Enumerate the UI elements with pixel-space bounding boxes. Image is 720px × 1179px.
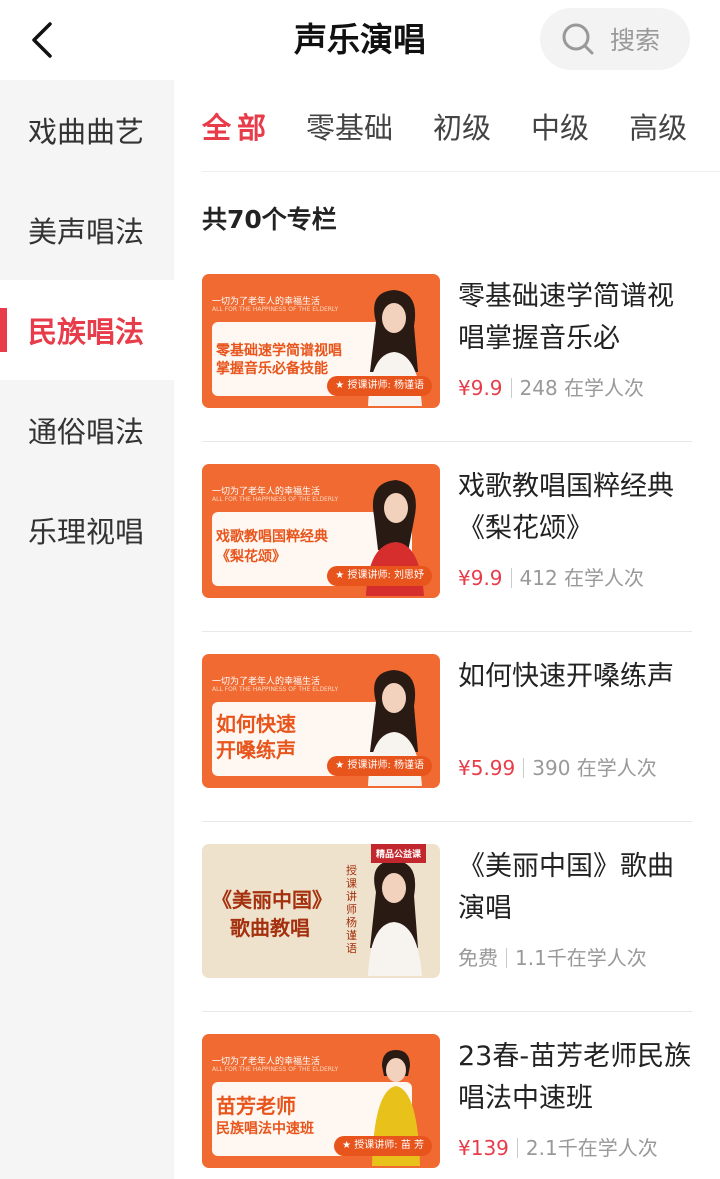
teacher-badge: ★ 授课讲师: 杨谨语 <box>327 376 432 396</box>
sidebar-item-folk-singing[interactable]: 民族唱法 <box>0 280 174 380</box>
thumb-slogan-en: ALL FOR THE HAPPINESS OF THE ELDERLY <box>212 686 339 693</box>
meta-divider <box>510 568 512 588</box>
course-list: 一切为了老年人的幸福生活 ALL FOR THE HAPPINESS OF TH… <box>202 252 692 1179</box>
course-info: 如何快速开嗓练声 ¥5.99 390 在学人次 <box>458 656 692 781</box>
course-count: 共70个专栏 <box>202 205 337 234</box>
thumb-title-line2: 开嗓练声 <box>216 738 296 762</box>
learner-count: 412 在学人次 <box>519 566 645 590</box>
course-thumbnail: 一切为了老年人的幸福生活 ALL FOR THE HAPPINESS OF TH… <box>202 654 440 788</box>
course-title: 《美丽中国》歌曲演唱 <box>458 851 674 924</box>
featured-ribbon: 精品公益课 <box>370 844 426 863</box>
course-meta: ¥5.99 390 在学人次 <box>458 752 692 781</box>
thumb-title-line2: 《梨花颂》 <box>216 549 286 565</box>
thumb-title-line2: 民族唱法中速班 <box>216 1121 314 1137</box>
learner-count: 1.1千在学人次 <box>515 946 647 970</box>
teacher-photo <box>368 860 422 976</box>
course-price: ¥139 <box>458 1136 509 1160</box>
course-card[interactable]: 一切为了老年人的幸福生活 ALL FOR THE HAPPINESS OF TH… <box>202 632 692 822</box>
tab-elementary[interactable]: 初级 <box>433 105 491 147</box>
tab-beginner-zero[interactable]: 零基础 <box>306 105 393 147</box>
tab-all[interactable]: 全部 <box>202 105 272 147</box>
course-thumbnail: 一切为了老年人的幸福生活 ALL FOR THE HAPPINESS OF TH… <box>202 1034 440 1168</box>
course-card[interactable]: 一切为了老年人的幸福生活 ALL FOR THE HAPPINESS OF TH… <box>202 442 692 632</box>
thumb-slogan-en: ALL FOR THE HAPPINESS OF THE ELDERLY <box>212 1066 339 1073</box>
course-meta: ¥9.9 248 在学人次 <box>458 372 692 401</box>
thumb-title-line1: 戏歌教唱国粹经典 <box>216 529 328 545</box>
course-price: ¥5.99 <box>458 756 516 780</box>
learner-count: 390 在学人次 <box>532 756 657 780</box>
course-thumbnail: 《美丽中国》 歌曲教唱 授课讲师杨谨语 精品公益课 <box>202 844 440 978</box>
teacher-badge: ★ 授课讲师: 苗 芳 <box>334 1136 432 1156</box>
course-card[interactable]: 《美丽中国》 歌曲教唱 授课讲师杨谨语 精品公益课 《美丽中国》歌曲演唱 免费 1… <box>202 822 692 1012</box>
teacher-badge: ★ 授课讲师: 杨谨语 <box>327 756 432 776</box>
search-label: 搜索 <box>610 26 661 55</box>
learner-count: 2.1千在学人次 <box>525 1136 658 1160</box>
course-title: 如何快速开嗓练声 <box>458 661 674 692</box>
teacher-badge: ★ 授课讲师: 刘思妤 <box>327 566 432 586</box>
search-icon <box>562 23 594 55</box>
search-button[interactable]: 搜索 <box>540 8 690 70</box>
thumb-title-line1: 《美丽中国》 <box>212 888 332 912</box>
thumb-title-line1: 零基础速学简谱视唱 <box>216 343 342 359</box>
course-title: 23春-苗芳老师民族唱法中速班 <box>458 1041 692 1114</box>
sidebar-item-music-theory[interactable]: 乐理视唱 <box>0 480 174 580</box>
thumb-title-line2: 歌曲教唱 <box>230 916 310 940</box>
course-meta: ¥9.9 412 在学人次 <box>458 562 692 591</box>
course-price: ¥9.9 <box>458 376 503 400</box>
thumb-title-line1: 苗芳老师 <box>216 1094 296 1118</box>
course-meta: 免费 1.1千在学人次 <box>458 942 692 971</box>
sidebar-item-opera[interactable]: 戏曲曲艺 <box>0 80 174 180</box>
course-info: 零基础速学简谱视唱掌握音乐必 ¥9.9 248 在学人次 <box>458 276 692 401</box>
thumb-slogan-en: ALL FOR THE HAPPINESS OF THE ELDERLY <box>212 306 339 313</box>
course-title: 零基础速学简谱视唱掌握音乐必 <box>458 281 674 354</box>
level-filter-tabs: 全部 零基础 初级 中级 高级 <box>202 80 720 172</box>
course-thumbnail: 一切为了老年人的幸福生活 ALL FOR THE HAPPINESS OF TH… <box>202 274 440 408</box>
meta-divider <box>523 758 525 778</box>
sidebar-item-bel-canto[interactable]: 美声唱法 <box>0 180 174 280</box>
course-price: 免费 <box>458 946 498 970</box>
course-info: 戏歌教唱国粹经典《梨花颂》 ¥9.9 412 在学人次 <box>458 466 692 591</box>
course-price: ¥9.9 <box>458 566 503 590</box>
thumb-slogan-en: ALL FOR THE HAPPINESS OF THE ELDERLY <box>212 496 339 503</box>
tab-intermediate[interactable]: 中级 <box>531 105 589 147</box>
course-info: 23春-苗芳老师民族唱法中速班 ¥139 2.1千在学人次 <box>458 1036 692 1161</box>
category-sidebar: 戏曲曲艺 美声唱法 民族唱法 通俗唱法 乐理视唱 <box>0 80 174 1179</box>
course-thumbnail: 一切为了老年人的幸福生活 ALL FOR THE HAPPINESS OF TH… <box>202 464 440 598</box>
thumb-title-line2: 掌握音乐必备技能 <box>216 361 328 377</box>
top-bar: 声乐演唱 搜索 <box>0 0 720 80</box>
course-card[interactable]: 一切为了老年人的幸福生活 ALL FOR THE HAPPINESS OF TH… <box>202 1012 692 1179</box>
meta-divider <box>506 948 507 968</box>
course-info: 《美丽中国》歌曲演唱 免费 1.1千在学人次 <box>458 846 692 971</box>
thumb-title-line1: 如何快速 <box>216 712 296 736</box>
course-card[interactable]: 一切为了老年人的幸福生活 ALL FOR THE HAPPINESS OF TH… <box>202 252 692 442</box>
meta-divider <box>510 378 512 398</box>
tab-advanced[interactable]: 高级 <box>629 105 687 147</box>
meta-divider <box>516 1138 518 1158</box>
sidebar-item-pop-singing[interactable]: 通俗唱法 <box>0 380 174 480</box>
course-title: 戏歌教唱国粹经典《梨花颂》 <box>458 471 674 544</box>
learner-count: 248 在学人次 <box>519 376 645 400</box>
course-meta: ¥139 2.1千在学人次 <box>458 1132 692 1161</box>
